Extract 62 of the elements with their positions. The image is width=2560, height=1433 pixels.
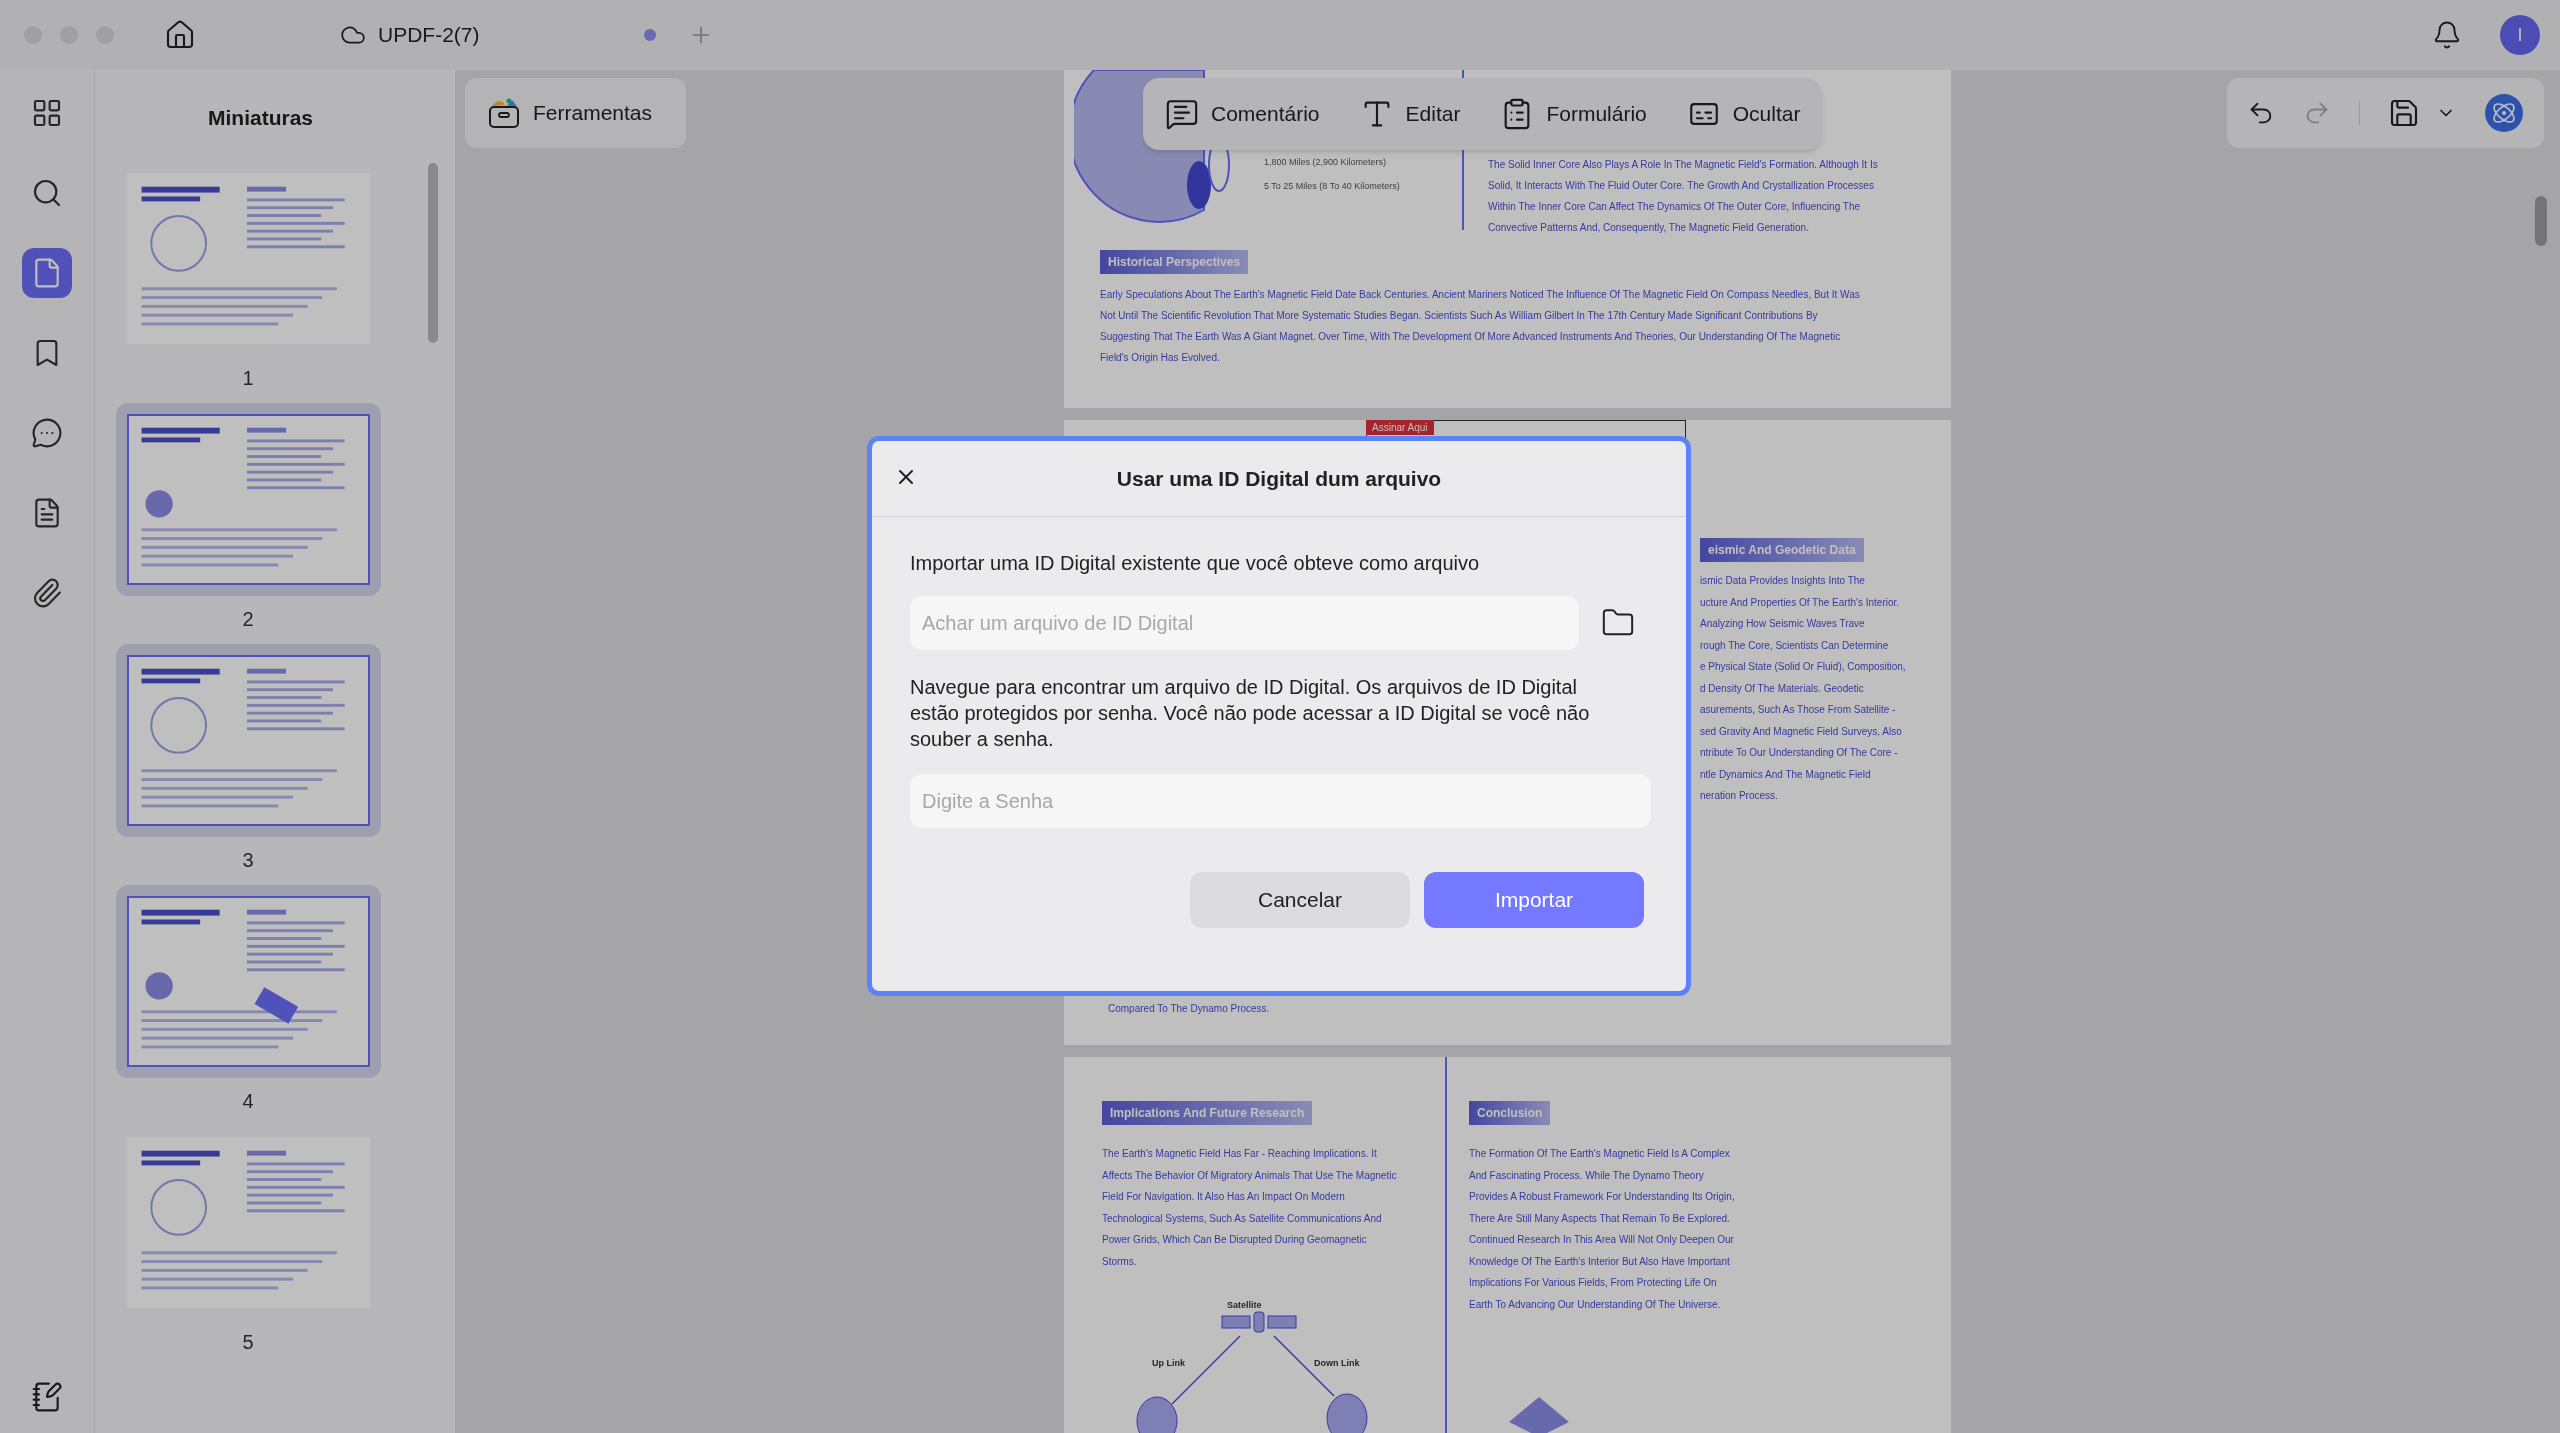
paperclip-icon — [31, 577, 63, 609]
body-text: sed Gravity And Magnetic Field Surveys, Also — [1700, 724, 1903, 739]
home-icon[interactable] — [164, 19, 196, 51]
body-text: rough The Core, Scientists Can Determine — [1700, 638, 1890, 653]
page-number: 2 — [242, 606, 254, 632]
body-text: ismic Data Provides Insights Into The — [1700, 574, 1866, 588]
page-number: 1 — [242, 365, 254, 391]
body-text: ntle Dynamics And The Magnetic Field — [1700, 767, 1872, 782]
save-icon[interactable] — [2388, 97, 2420, 129]
password-field[interactable]: Digite a Senha — [910, 774, 1651, 828]
satellite-link-diagram: Satellite Up Link Down Link — [1122, 1296, 1382, 1433]
assistant-logo-icon[interactable] — [2484, 93, 2524, 133]
body-text: asurements, Such As Those From Satellite - — [1700, 703, 1897, 717]
page-number: 4 — [242, 1088, 254, 1114]
mode-button[interactable]: Editar — [1359, 97, 1461, 131]
body-text: e Physical State (Solid Or Fluid), Composition, — [1700, 660, 1906, 674]
page-thumbnail[interactable] — [126, 413, 370, 585]
page-number: 5 — [242, 1329, 254, 1355]
solar-panel-drawing — [1509, 1397, 1569, 1433]
body-text: d Density Of The Materials. Geodetic — [1700, 681, 1865, 696]
section-heading: eismic And Geodetic Data — [1700, 538, 1864, 562]
comment-icon — [1165, 97, 1199, 131]
page-number: 3 — [242, 847, 254, 873]
section-heading: Implications And Future Research — [1102, 1101, 1313, 1125]
body-text: Early Speculations About The Earth's Magnetic Field Date Back Centuries. Ancient Mariners Noticed The Influence Of The Magnetic Field On Compass Needles, But It Was Not Until The Scientific Revolution That More Systematic Studies Began. Scientists Such As William Gilbert In The 17th Century Made Significant Contributions By Suggesting That The Earth Was A Giant Magnet. Over Time, With The Development Of More Advanced Instruments And Theories, Our Understanding Of The Magnetic Field's Origin Has Evolved. — [1100, 288, 1861, 365]
import-button[interactable]: Importar — [1424, 872, 1644, 928]
body-text: The Formation Of The Earth's Magnetic Field Is A Complex And Fascinating Process. While The Dynamo Theory Provides A Robust Framework For Understanding Its Origin, There Are Still Many Aspects That Remain To Be Explored. Continued Research In This Area Will Not Only Deepen Our Knowledge Of The Earth's Interior But Also Have Important Implications For Various Fields, From Protecting Life On Earth To Advancing Our Understanding Of The Universe. — [1469, 1147, 1736, 1312]
body-text: The Solid Inner Core Also Plays A Role In The Magnetic Field's Formation. Although It Is Solid, It Interacts With The Fluid Outer Core. The Growth And Crystallization Processes Within The Inner Core Can Affect The Dynamics Of The Outer Core, Influencing The Convective Patterns And, Consequently, The Magnetic Field Generation. — [1488, 158, 1879, 235]
callout-label: 1,800 Miles (2,900 Kilometers) — [1264, 156, 1388, 169]
document-tab[interactable]: UPDF-2(7) — [306, 7, 666, 63]
body-text: neration Process. — [1700, 789, 1779, 803]
toolbox-icon — [487, 96, 521, 130]
page-thumbnail[interactable] — [126, 654, 370, 826]
tools-button[interactable]: Ferramentas — [465, 78, 686, 148]
grid-icon — [31, 97, 63, 129]
scrollbar-thumb[interactable] — [428, 163, 438, 343]
section-heading: Conclusion — [1469, 1101, 1551, 1125]
search-icon — [31, 177, 63, 209]
body-text: Compared To The Dynamo Process. — [1108, 1002, 1270, 1016]
file-field[interactable]: Achar um arquivo de ID Digital — [910, 596, 1579, 650]
user-avatar[interactable]: I — [2500, 15, 2540, 55]
body-text: ucture And Properties Of The Earth's Interior. — [1700, 595, 1901, 610]
mode-button[interactable]: Ocultar — [1686, 97, 1801, 131]
notebook-icon[interactable] — [31, 1381, 63, 1413]
callout-label: 5 To 25 Miles (8 To 40 Kilometers) — [1264, 179, 1400, 193]
section-heading: Historical Perspectives — [1100, 250, 1249, 274]
signature-tag: Assinar Aqui — [1366, 420, 1434, 435]
sidebar-tool-button[interactable] — [22, 248, 72, 298]
chat-icon — [31, 417, 63, 449]
dialog-title: Usar uma ID Digital dum arquivo — [1116, 465, 1442, 492]
dialog-text: Importar uma ID Digital existente que você obteve como arquivo — [910, 551, 1481, 576]
page-thumbnail[interactable] — [126, 895, 370, 1067]
scrollbar-thumb[interactable] — [2535, 196, 2547, 246]
body-text: ntribute To Our Understanding Of The Core - — [1700, 746, 1899, 760]
mode-button[interactable]: Formulário — [1500, 97, 1647, 131]
body-text: Analyzing How Seismic Waves Trave — [1700, 617, 1866, 631]
notification-icon[interactable] — [2432, 20, 2462, 50]
panel-title: Miniaturas — [207, 105, 314, 131]
body-text: The Earth's Magnetic Field Has Far - Reaching Implications. It Affects The Behavior Of Migratory Animals That Use The Magnetic Field For Navigation. It Also Has An Impact On Modern Technological Systems, Such As Satellite Communications And Power Grids, Which Can Be Disrupted During Geomagnetic Storms. — [1102, 1147, 1398, 1269]
mode-button[interactable]: Comentário — [1165, 97, 1320, 131]
cancel-button[interactable]: Cancelar — [1190, 872, 1410, 928]
dialog-text: Navegue para encontrar um arquivo de ID Digital. Os arquivos de ID Digital estão protegidos por senha. Você não pode acessar a ID Digital se você não souber a senha. — [910, 675, 1591, 752]
